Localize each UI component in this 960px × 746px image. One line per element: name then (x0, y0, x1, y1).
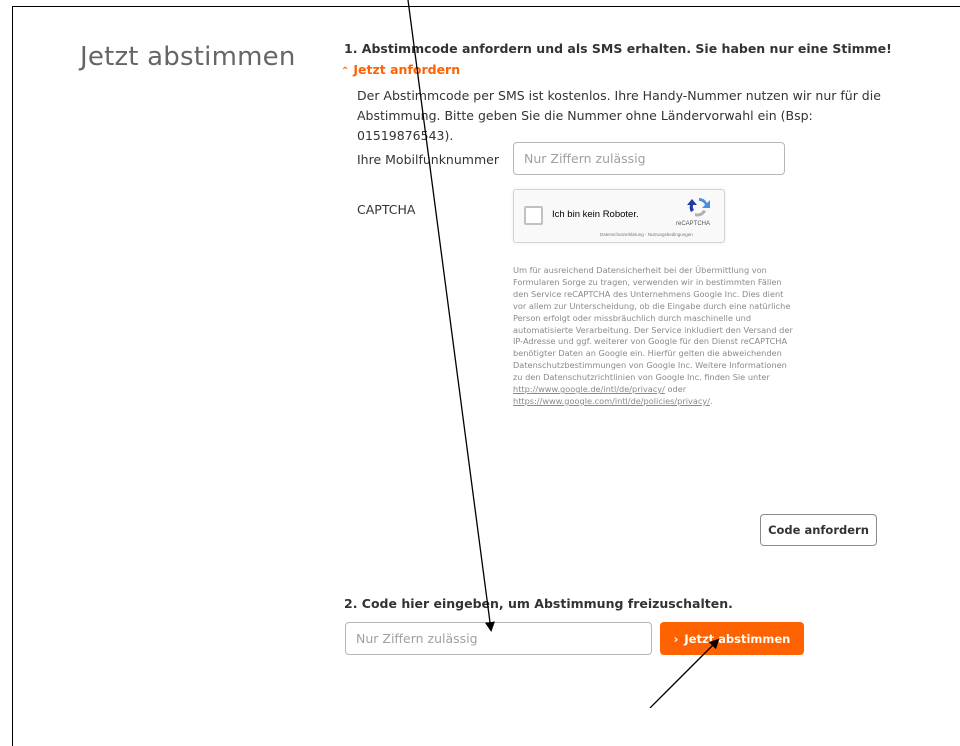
captcha-label: CAPTCHA (357, 202, 416, 217)
recaptcha-checkbox-label: Ich bin kein Roboter. (552, 209, 639, 220)
mobile-number-input[interactable] (513, 142, 785, 175)
sms-info-text: Der Abstimmcode per SMS ist kostenlos. I… (357, 88, 881, 143)
recaptcha-widget: Ich bin kein Roboter. reCAPTCHA Datensch… (513, 189, 725, 243)
request-toggle-label: Jetzt anfordern (353, 62, 461, 77)
google-privacy-link-com[interactable]: https://www.google.com/intl/de/policies/… (513, 396, 710, 406)
request-toggle-link[interactable]: ⌃ Jetzt anfordern (341, 62, 460, 77)
link-suffix: . (709, 395, 713, 406)
step1-heading: 1. Abstimmcode anfordern und als SMS erh… (344, 41, 892, 56)
recaptcha-logo-icon (687, 198, 710, 217)
chevron-right-icon: › (673, 631, 679, 646)
request-code-button[interactable]: Code anfordern (760, 514, 877, 546)
recaptcha-brand: reCAPTCHA (676, 221, 711, 227)
vote-now-button[interactable]: › Jetzt abstimmen (660, 622, 804, 655)
step2-heading: 2. Code hier eingeben, um Abstimmung fre… (344, 596, 733, 611)
chevron-up-icon: ⌃ (341, 66, 350, 77)
captcha-info-body: Um für ausreichend Datensicherheit bei d… (513, 265, 793, 383)
vote-code-input[interactable] (345, 622, 652, 655)
link-separator: oder (667, 384, 687, 395)
mobile-number-label: Ihre Mobilfunknummer (357, 152, 499, 167)
recaptcha-checkbox[interactable] (524, 206, 543, 225)
vote-now-label: Jetzt abstimmen (684, 631, 791, 646)
page-title: Jetzt abstimmen (80, 42, 296, 72)
recaptcha-terms: Datenschutzerklärung - Nutzungsbedingung… (600, 232, 693, 237)
google-privacy-link-de[interactable]: http://www.google.de/intl/de/privacy/ (513, 384, 665, 394)
captcha-info-text: Um für ausreichend Datensicherheit bei d… (513, 265, 795, 408)
